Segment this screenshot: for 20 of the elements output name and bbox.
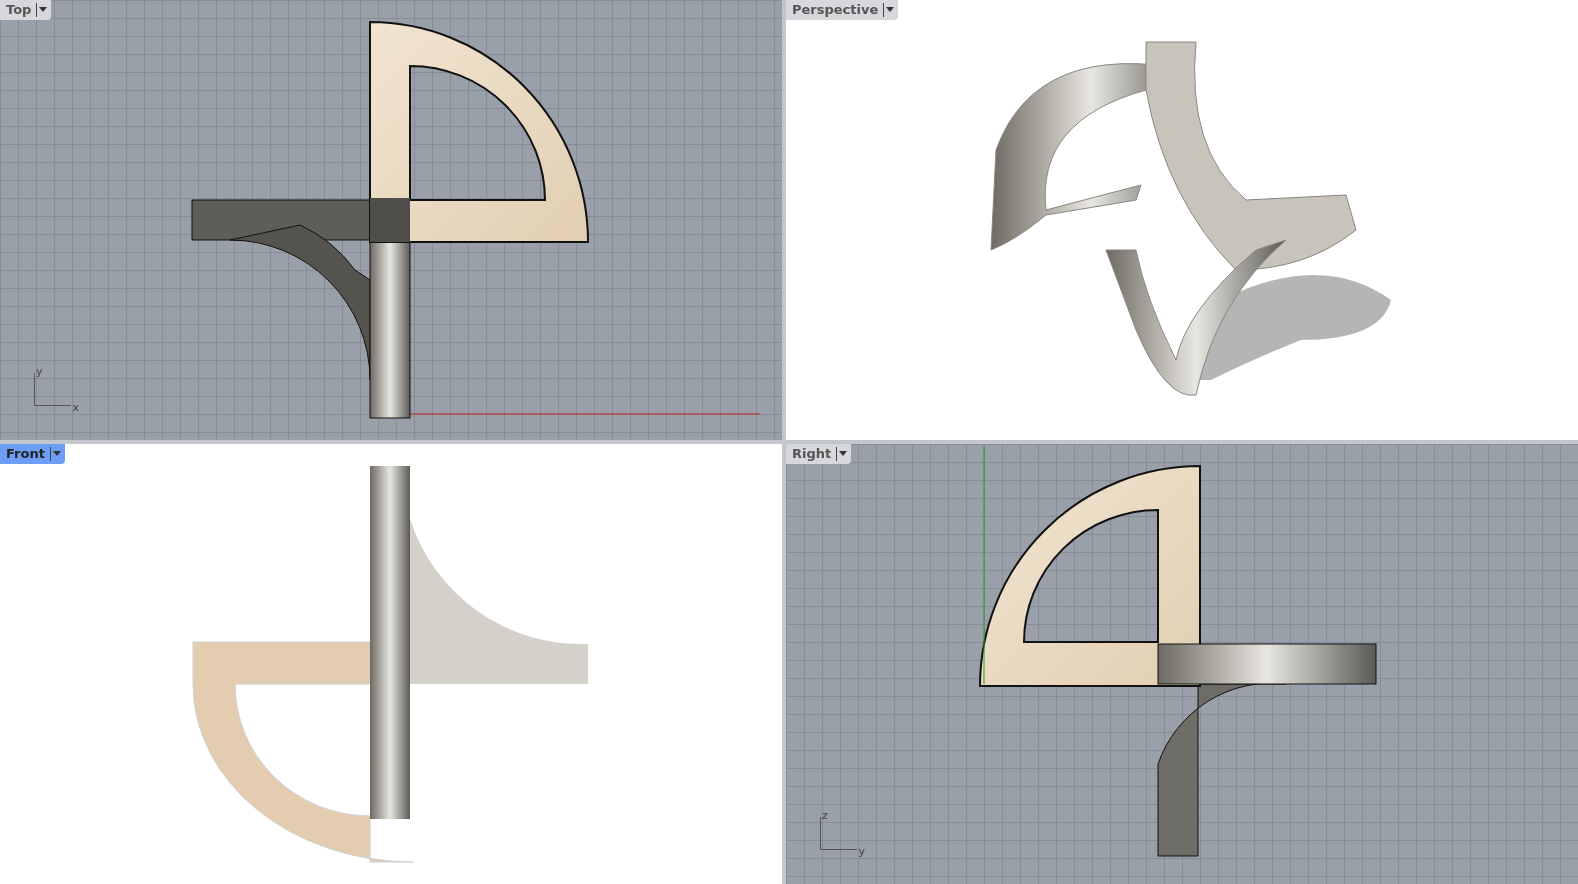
viewport[interactable]: Perspective <box>786 0 1578 440</box>
axis-label: y <box>36 365 43 378</box>
axis-label: x <box>72 401 79 414</box>
viewport-title[interactable]: Top <box>6 2 32 17</box>
viewport-title[interactable]: Perspective <box>792 2 879 17</box>
viewport-title[interactable]: Right <box>792 446 832 461</box>
axis-label: y <box>858 845 865 858</box>
viewport-tab[interactable]: Right <box>786 444 852 464</box>
viewport-tab[interactable]: Top <box>0 0 52 20</box>
viewport-tab[interactable]: Front <box>0 444 65 464</box>
viewport[interactable]: z y Right <box>786 444 1578 884</box>
viewport[interactable]: Front <box>0 444 782 884</box>
axis-label: z <box>822 809 828 822</box>
caret-icon[interactable] <box>883 2 895 17</box>
viewport-tab[interactable]: Perspective <box>786 0 899 20</box>
caret-icon[interactable] <box>49 446 61 461</box>
viewport[interactable]: y x Top <box>0 0 782 440</box>
caret-icon[interactable] <box>836 446 848 461</box>
viewport-title[interactable]: Front <box>6 446 45 461</box>
caret-icon[interactable] <box>36 2 48 17</box>
